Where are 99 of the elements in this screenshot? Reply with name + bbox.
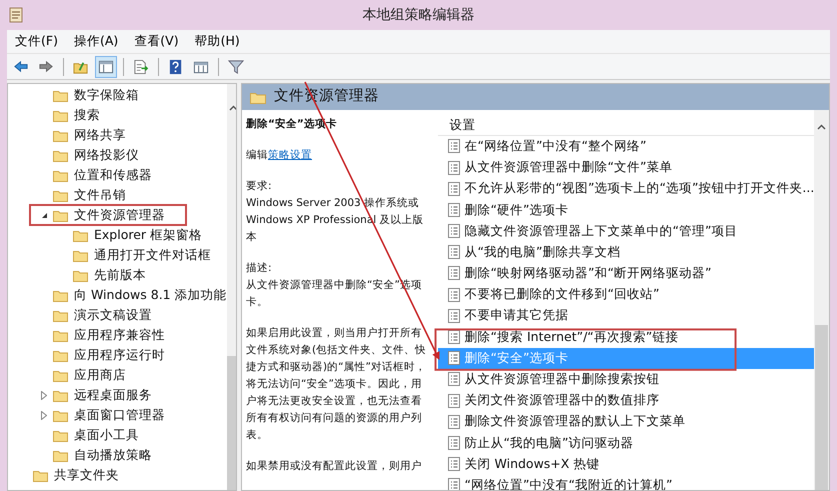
- description-paragraph: 如果启用此设置，则当用户打开所有文件系统对象(包括文件夹、文件、快捷方式和驱动器)的“属性”对话框时，将无法访问“安全”选项卡。因此，用户将无法更改安全设置，也无法查看所有有权访问有问题的资源的用户列表。: [246, 326, 428, 443]
- policy-settings-link[interactable]: 策略设置: [268, 149, 312, 161]
- app-icon: [9, 7, 23, 23]
- tree-item[interactable]: 通用打开文件对话框: [94, 246, 211, 264]
- policy-icon: [448, 182, 460, 196]
- expand-icon[interactable]: [41, 390, 47, 400]
- tree-item[interactable]: 自动播放策略: [74, 446, 152, 464]
- tree-item[interactable]: 应用商店: [74, 366, 126, 384]
- menu-item[interactable]: 文件(F): [7, 32, 66, 51]
- tree-item[interactable]: 网络投影仪: [74, 146, 139, 164]
- folder-icon: [53, 308, 68, 322]
- folder-icon: [53, 108, 68, 122]
- setting-row[interactable]: 删除“映射网络驱动器”和“断开网络驱动器”: [438, 262, 814, 284]
- setting-row[interactable]: 删除“搜索 Internet”/“再次搜索”链接: [438, 326, 814, 348]
- policy-icon: [448, 224, 460, 238]
- folder-icon: [53, 448, 68, 462]
- folder-icon: [53, 168, 68, 182]
- policy-icon: [448, 351, 460, 366]
- toolbar-button[interactable]: [95, 56, 117, 78]
- setting-row[interactable]: 在“网络位置”中没有“整个网络”: [438, 136, 814, 157]
- folder-icon: [73, 228, 88, 242]
- setting-row[interactable]: 不要将已删除的文件移到“回收站”: [438, 284, 814, 306]
- policy-icon: [448, 266, 460, 280]
- setting-row[interactable]: 不要申请其它凭据: [438, 305, 814, 326]
- setting-row[interactable]: 关闭 Windows+X 热键: [438, 454, 814, 475]
- policy-icon: [448, 245, 460, 260]
- setting-row[interactable]: 删除“硬件”选项卡: [438, 199, 814, 220]
- setting-row[interactable]: 删除文件资源管理器的默认上下文菜单: [438, 411, 814, 432]
- folder-icon: [53, 408, 68, 422]
- collapse-icon[interactable]: [40, 212, 48, 218]
- menu-item[interactable]: 查看(V): [126, 32, 187, 51]
- tree-item[interactable]: 应用程序运行时: [74, 346, 165, 364]
- scrollbar[interactable]: [814, 110, 829, 490]
- folder-icon: [53, 368, 68, 382]
- description-paragraph: 如果禁用或没有配置此设置，则用户: [246, 459, 423, 474]
- arrow-right-icon: [38, 58, 54, 74]
- panel-icon: [98, 58, 114, 74]
- policy-icon: [448, 436, 460, 450]
- description-label: 描述:: [246, 261, 273, 276]
- policy-icon: [448, 202, 460, 217]
- folder-icon: [53, 88, 68, 102]
- tree-item[interactable]: 数字保险箱: [74, 86, 139, 104]
- tree-item[interactable]: 文件资源管理器: [74, 206, 165, 224]
- tree-item[interactable]: 先前版本: [94, 266, 146, 284]
- expand-icon[interactable]: [41, 410, 47, 420]
- folder-icon: [53, 288, 68, 302]
- scroll-up-icon[interactable]: [817, 124, 826, 130]
- tree-item[interactable]: 应用程序兼容性: [74, 326, 165, 344]
- folder-icon: [73, 248, 88, 262]
- tree-item[interactable]: 搜索: [74, 106, 100, 124]
- tree-item[interactable]: 桌面小工具: [74, 426, 139, 444]
- tree-item[interactable]: Explorer 框架窗格: [94, 226, 202, 244]
- scrollbar[interactable]: [226, 84, 236, 490]
- column-header[interactable]: 设置: [450, 116, 476, 135]
- requirements-label: 要求:: [246, 179, 273, 194]
- folder-icon: [73, 268, 88, 282]
- folder-icon: [33, 468, 48, 482]
- tree-item[interactable]: 文件吊销: [74, 186, 126, 204]
- folder-icon: [53, 128, 68, 142]
- help-icon: [168, 58, 184, 74]
- export-list-icon: [133, 58, 149, 74]
- menu-item[interactable]: 帮助(H): [186, 32, 248, 51]
- setting-row[interactable]: 从文件资源管理器中删除搜索按钮: [438, 368, 814, 390]
- setting-row[interactable]: 防止从“我的电脑”访问驱动器: [438, 432, 814, 454]
- policy-icon: [448, 457, 460, 472]
- tree-item[interactable]: 位置和传感器: [74, 166, 152, 184]
- tree-item[interactable]: 共享文件夹: [54, 466, 119, 484]
- folder-icon: [53, 188, 68, 202]
- folder-icon: [53, 148, 68, 162]
- window-title: 本地组策略编辑器: [362, 6, 474, 24]
- policy-icon: [448, 160, 460, 175]
- setting-row[interactable]: 不允许从彩带的“视图”选项卡上的“选项”按钮中打开文件夹...: [438, 178, 814, 200]
- folder-icon: [53, 428, 68, 442]
- filter-icon: [228, 58, 244, 74]
- setting-row[interactable]: 隐藏文件资源管理器上下文菜单中的“管理”项目: [438, 220, 814, 242]
- policy-icon: [448, 394, 460, 408]
- edit-label: 编辑: [246, 149, 268, 161]
- setting-row[interactable]: 从文件资源管理器中删除“文件”菜单: [438, 156, 814, 178]
- folder-icon: [53, 328, 68, 342]
- tree-item[interactable]: 远程桌面服务: [74, 386, 152, 404]
- policy-icon: [448, 288, 460, 302]
- folder-icon: [53, 388, 68, 402]
- folder-icon: [53, 208, 68, 222]
- tree-item[interactable]: 网络共享: [74, 126, 126, 144]
- menu-item[interactable]: 操作(A): [66, 32, 126, 51]
- arrow-left-icon: [13, 58, 29, 74]
- tree-item[interactable]: 演示文稿设置: [74, 306, 152, 324]
- policy-icon: [448, 414, 460, 429]
- policy-icon: [448, 139, 460, 154]
- tree-item[interactable]: 向 Windows 8.1 添加功能: [74, 286, 227, 304]
- folder-icon: [250, 90, 266, 104]
- policy-icon: [448, 372, 460, 386]
- policy-icon: [448, 308, 460, 323]
- policy-icon: [448, 330, 460, 344]
- tree-item[interactable]: 桌面窗口管理器: [74, 406, 165, 424]
- setting-row[interactable]: 关闭文件资源管理器中的数值排序: [438, 390, 814, 412]
- setting-row[interactable]: 从“我的电脑”删除共享文档: [438, 242, 814, 263]
- folder-icon: [53, 348, 68, 362]
- scroll-up-icon[interactable]: [228, 105, 236, 111]
